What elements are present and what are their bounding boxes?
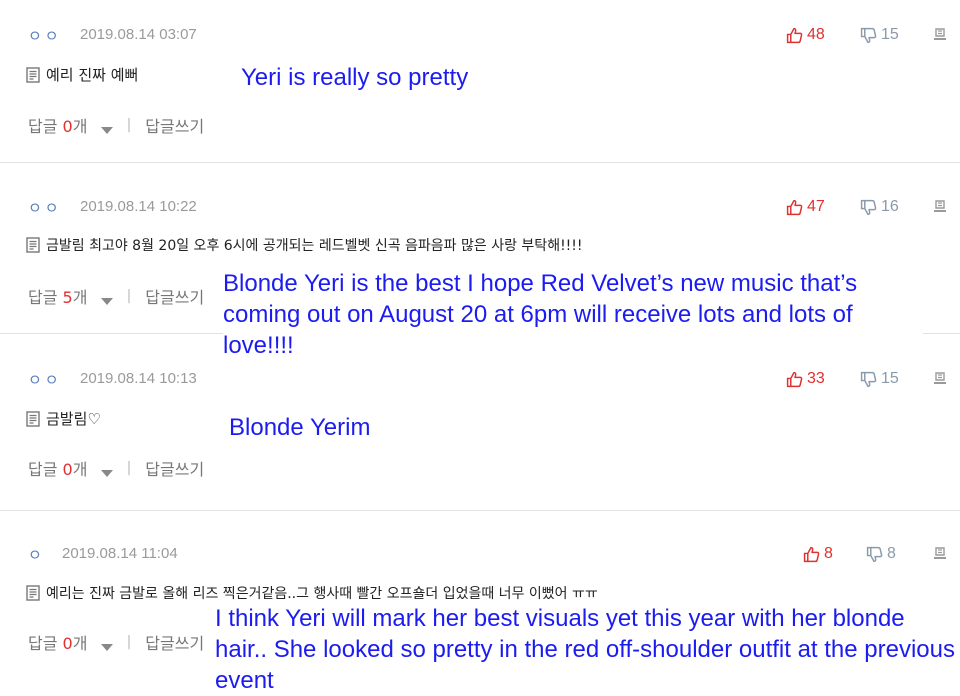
dislike-button[interactable]: 15 xyxy=(860,26,899,44)
reply-count: 0 xyxy=(62,117,73,136)
reply-row: 답글 0개 | 답글쓰기 xyxy=(28,630,204,654)
reply-count: 5 xyxy=(62,288,73,307)
reply-unit: 개 xyxy=(72,288,88,307)
comment-username[interactable]: ㅇㅇ xyxy=(28,369,62,390)
divider-bar: | xyxy=(126,117,132,133)
document-icon xyxy=(26,237,40,253)
document-icon xyxy=(26,67,40,83)
reply-label: 답글 xyxy=(28,117,58,136)
dislike-count: 8 xyxy=(887,545,896,562)
thumbs-up-icon xyxy=(786,27,803,44)
write-reply-button[interactable]: 답글쓰기 xyxy=(145,113,204,137)
comment-body: 예리 진짜 예뻐 xyxy=(26,64,138,85)
dislike-count: 15 xyxy=(881,26,899,43)
divider-bar: | xyxy=(126,288,132,304)
reply-label: 답글 xyxy=(28,460,58,479)
caret-down-icon xyxy=(100,298,113,305)
reply-toggle[interactable]: 답글 0개 xyxy=(28,456,113,480)
reply-row: 답글 0개 | 답글쓰기 xyxy=(28,113,204,137)
dislike-button[interactable]: 8 xyxy=(866,545,896,563)
thumbs-down-icon xyxy=(866,546,883,563)
reply-label: 답글 xyxy=(28,634,58,653)
like-button[interactable]: 33 xyxy=(786,370,825,388)
comment-item: ㅇㅇ 2019.08.14 10:13 33 15 금발림♡ 답글 0개 | 답… xyxy=(0,334,960,509)
reply-toggle[interactable]: 답글 5개 xyxy=(28,284,113,308)
document-icon xyxy=(26,411,40,427)
dislike-button[interactable]: 15 xyxy=(860,370,899,388)
reply-toggle[interactable]: 답글 0개 xyxy=(28,113,113,137)
divider-bar: | xyxy=(126,634,132,650)
translation-caption: Yeri is really so pretty xyxy=(241,64,469,91)
like-count: 48 xyxy=(807,26,825,43)
dislike-count: 15 xyxy=(881,370,899,387)
reply-row: 답글 5개 | 답글쓰기 xyxy=(28,284,204,308)
translation-caption: I think Yeri will mark her best visuals … xyxy=(215,603,956,696)
like-count: 47 xyxy=(807,198,825,215)
like-count: 8 xyxy=(824,545,833,562)
like-button[interactable]: 47 xyxy=(786,198,825,216)
reply-count: 0 xyxy=(62,634,73,653)
report-icon[interactable] xyxy=(932,26,948,42)
comment-item: ㅇㅇ 2019.08.14 03:07 48 15 예리 진짜 예뻐 답글 0개… xyxy=(0,0,960,163)
thumbs-down-icon xyxy=(860,199,877,216)
reply-row: 답글 0개 | 답글쓰기 xyxy=(28,456,204,480)
comment-date: 2019.08.14 10:22 xyxy=(80,198,197,215)
caret-down-icon xyxy=(100,127,113,134)
thumbs-up-icon xyxy=(786,199,803,216)
comment-body: 금발림♡ xyxy=(26,408,101,429)
comment-body: 금발림 최고야 8월 20일 오후 6시에 공개되는 레드벨벳 신곡 음파음파 … xyxy=(26,235,583,255)
caret-down-icon xyxy=(100,644,113,651)
translation-caption: Blonde Yerim xyxy=(229,414,371,441)
reply-label: 답글 xyxy=(28,288,58,307)
comment-text: 예리 진짜 예뻐 xyxy=(46,66,139,84)
write-reply-button[interactable]: 답글쓰기 xyxy=(145,284,204,308)
report-icon[interactable] xyxy=(932,545,948,561)
comment-username[interactable]: ㅇ xyxy=(28,544,45,565)
thumbs-up-icon xyxy=(786,371,803,388)
like-button[interactable]: 8 xyxy=(803,545,833,563)
report-icon[interactable] xyxy=(932,198,948,214)
comment-body: 예리는 진짜 금발로 올해 리즈 찍은거같음..그 행사때 빨간 오프숄더 입었… xyxy=(26,583,598,603)
divider-bar: | xyxy=(126,460,132,476)
write-reply-button[interactable]: 답글쓰기 xyxy=(145,630,204,654)
comment-date: 2019.08.14 10:13 xyxy=(80,370,197,387)
comment-text: 금발림♡ xyxy=(46,410,101,428)
reply-count: 0 xyxy=(62,460,73,479)
thumbs-down-icon xyxy=(860,27,877,44)
reply-unit: 개 xyxy=(72,634,88,653)
dislike-count: 16 xyxy=(881,198,899,215)
caret-down-icon xyxy=(100,470,113,477)
reply-toggle[interactable]: 답글 0개 xyxy=(28,630,113,654)
comment-date: 2019.08.14 03:07 xyxy=(80,26,197,43)
reply-unit: 개 xyxy=(72,117,88,136)
comment-text: 금발림 최고야 8월 20일 오후 6시에 공개되는 레드벨벳 신곡 음파음파 … xyxy=(46,238,583,254)
comment-username[interactable]: ㅇㅇ xyxy=(28,197,62,218)
comment-text: 예리는 진짜 금발로 올해 리즈 찍은거같음..그 행사때 빨간 오프숄더 입었… xyxy=(46,586,598,602)
dislike-button[interactable]: 16 xyxy=(860,198,899,216)
reply-unit: 개 xyxy=(72,460,88,479)
comment-username[interactable]: ㅇㅇ xyxy=(28,25,62,46)
write-reply-button[interactable]: 답글쓰기 xyxy=(145,456,204,480)
like-button[interactable]: 48 xyxy=(786,26,825,44)
document-icon xyxy=(26,585,40,601)
comment-item: ㅇ 2019.08.14 11:04 8 8 예리는 진짜 금발로 올해 리즈 … xyxy=(0,511,960,696)
thumbs-down-icon xyxy=(860,371,877,388)
like-count: 33 xyxy=(807,370,825,387)
report-icon[interactable] xyxy=(932,370,948,386)
comment-date: 2019.08.14 11:04 xyxy=(62,545,178,562)
thumbs-up-icon xyxy=(803,546,820,563)
